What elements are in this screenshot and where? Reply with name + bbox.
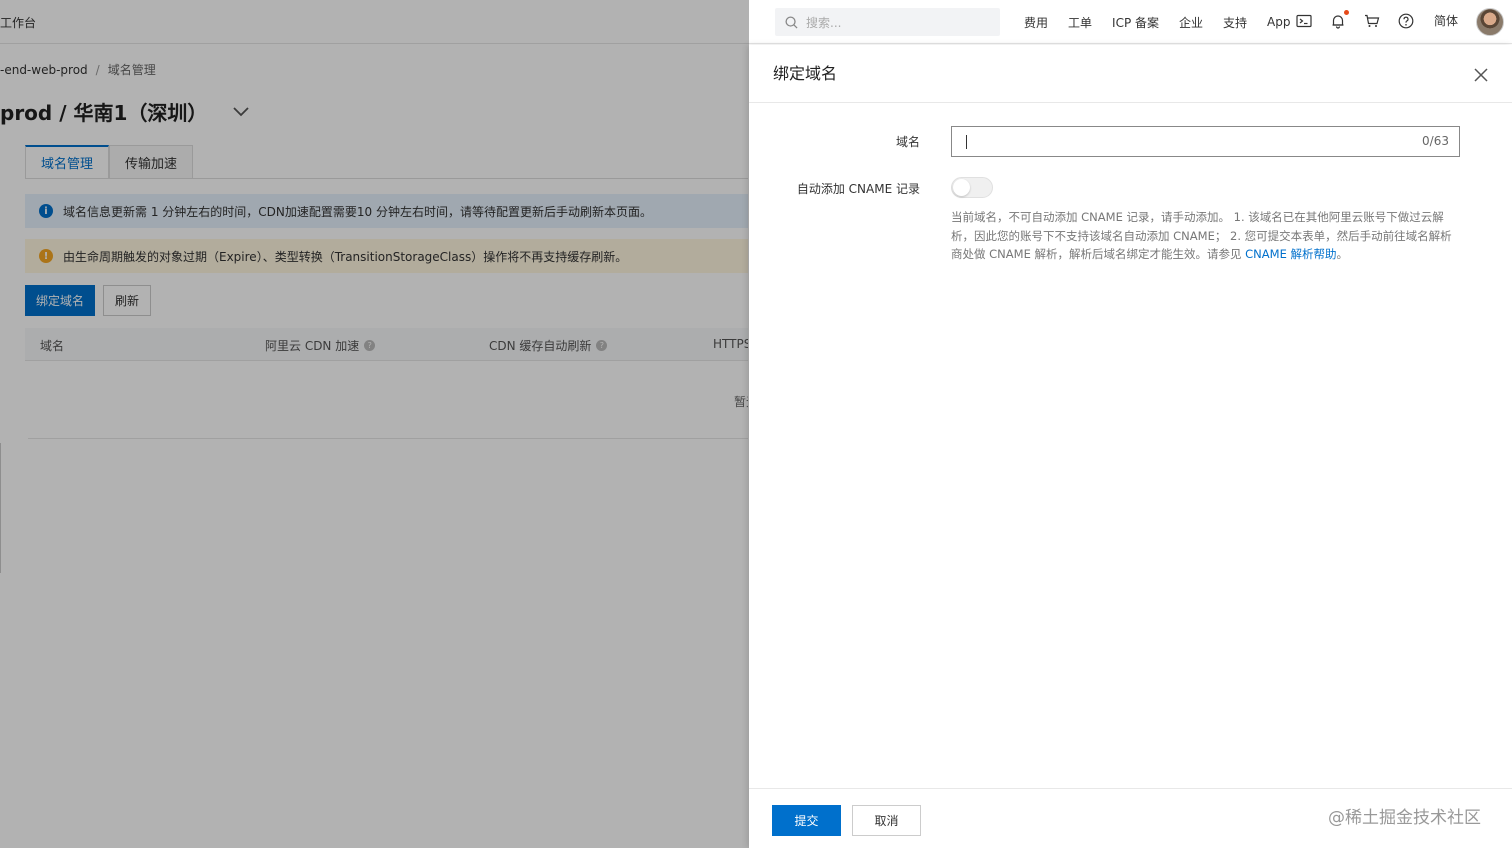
auto-cname-label: 自动添加 CNAME 记录 <box>796 182 920 196</box>
toggle-knob <box>953 179 970 196</box>
domain-input-wrapper[interactable]: 0/63 <box>951 126 1460 157</box>
notification-dot <box>1344 9 1349 15</box>
cart-icon[interactable] <box>1364 13 1380 29</box>
drawer-title: 绑定域名 <box>773 64 838 83</box>
cname-help-link[interactable]: CNAME 解析帮助 <box>1245 247 1336 261</box>
watermark: @稀土掘金技术社区 <box>1328 808 1481 828</box>
search-placeholder: 搜索... <box>806 15 842 30</box>
avatar[interactable] <box>1476 8 1504 36</box>
top-nav: 费用 工单 ICP 备案 企业 支持 App <box>1024 0 1311 44</box>
nav-support[interactable]: 支持 <box>1223 14 1247 31</box>
terminal-icon[interactable] <box>1296 13 1312 29</box>
domain-label: 域名 <box>895 135 920 149</box>
domain-input[interactable] <box>972 127 1402 156</box>
nav-enterprise[interactable]: 企业 <box>1179 14 1203 31</box>
drawer-header: 绑定域名 <box>749 45 1512 103</box>
text-caret <box>966 135 967 149</box>
help-icon[interactable] <box>1398 13 1414 29</box>
auto-cname-toggle[interactable] <box>951 177 993 198</box>
close-icon[interactable] <box>1473 67 1489 83</box>
bell-icon[interactable] <box>1330 9 1349 29</box>
cname-help-text: 当前域名，不可自动添加 CNAME 记录，请手动添加。 1. 该域名已在其他阿里… <box>951 208 1461 264</box>
top-icons: 简体 <box>1296 9 1458 29</box>
nav-fee[interactable]: 费用 <box>1024 14 1048 31</box>
cancel-button[interactable]: 取消 <box>852 805 921 836</box>
drawer-mask[interactable] <box>0 0 749 848</box>
search-box[interactable]: 搜索... <box>775 8 1000 36</box>
help-text-end: 。 <box>1336 247 1349 261</box>
language-switch[interactable]: 简体 <box>1434 12 1458 29</box>
char-count: 0/63 <box>1422 134 1449 148</box>
help-text-body: 当前域名，不可自动添加 CNAME 记录，请手动添加。 1. 该域名已在其他阿里… <box>951 210 1452 261</box>
submit-button[interactable]: 提交 <box>772 805 841 836</box>
nav-icp[interactable]: ICP 备案 <box>1112 14 1159 31</box>
bind-domain-drawer: 绑定域名 域名 0/63 自动添加 CNAME 记录 当前域名，不可自动添加 C… <box>749 45 1512 848</box>
nav-ticket[interactable]: 工单 <box>1068 14 1092 31</box>
nav-app[interactable]: App <box>1267 15 1290 29</box>
search-icon <box>785 15 798 29</box>
